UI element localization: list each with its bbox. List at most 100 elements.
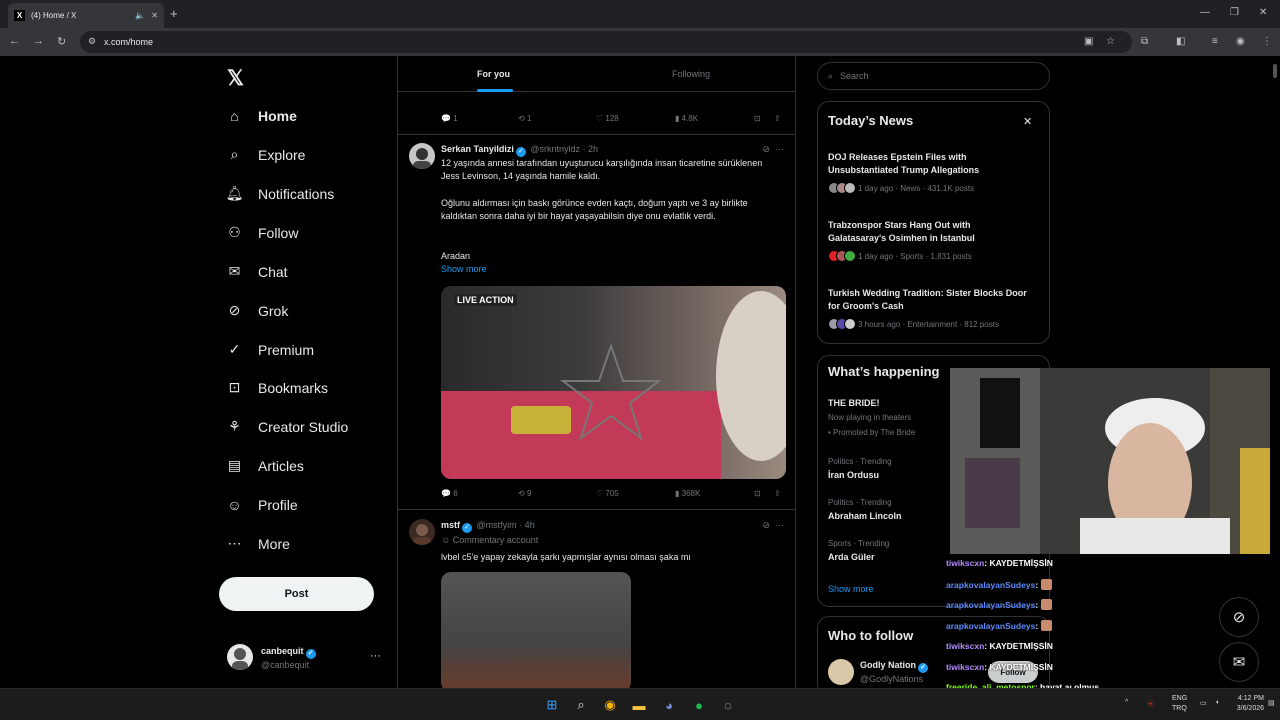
close-tab-icon[interactable]: ✕ xyxy=(151,11,158,20)
post-video[interactable]: LIVE ACTION xyxy=(441,286,786,479)
maximize-icon[interactable]: ❐ xyxy=(1230,7,1239,18)
repost-button[interactable]: ⟲ 9 xyxy=(518,489,531,498)
share-icon[interactable]: ⇪ xyxy=(774,114,781,123)
address-bar[interactable]: ⚙ x.com/home xyxy=(80,31,1132,53)
more-dots-icon[interactable]: ··· xyxy=(775,144,784,154)
speaker-icon[interactable]: 🔈 xyxy=(135,11,145,20)
obs-icon[interactable]: ◌ xyxy=(719,696,737,714)
news-item-title[interactable]: DOJ Releases Epstein Files with Unsubsta… xyxy=(828,151,1028,177)
avatar[interactable] xyxy=(828,659,854,685)
cast-icon[interactable]: ▣ xyxy=(1084,36,1093,47)
share-icon[interactable]: ⇪ xyxy=(774,489,781,498)
nav-item-more[interactable]: ⋯ More xyxy=(226,535,290,552)
url-text: x.com/home xyxy=(104,37,154,47)
views-button[interactable]: ▮ 4.8K xyxy=(675,114,698,123)
nav-item-profile[interactable]: ☺ Profile xyxy=(226,496,297,513)
chat-username: tiwikscxn xyxy=(946,661,985,672)
news-item-title[interactable]: Trabzonspor Stars Hang Out with Galatasa… xyxy=(828,219,1028,245)
reply-button[interactable]: 💬 1 xyxy=(441,114,458,123)
media-icon[interactable]: ≡ xyxy=(1212,36,1218,47)
news-item-title[interactable]: Turkish Wedding Tradition: Sister Blocks… xyxy=(828,287,1028,313)
search-icon: ⌕ xyxy=(230,146,239,162)
tab-for-you[interactable]: For you xyxy=(477,69,513,92)
account-switcher[interactable]: canbequit ✓ @canbequit ··· xyxy=(227,644,387,674)
scrollbar[interactable] xyxy=(1270,56,1280,688)
clock[interactable]: 4:12 PM 3/6/2026 xyxy=(1230,694,1264,714)
spotify-icon[interactable]: ● xyxy=(690,696,708,714)
notifications-icon[interactable]: ▤ xyxy=(1268,699,1275,707)
avatar[interactable] xyxy=(409,519,435,545)
mic-icon[interactable]: ⦿ xyxy=(1147,699,1154,709)
chrome-icon[interactable]: ◉ xyxy=(601,696,619,714)
new-tab-button[interactable]: + xyxy=(170,6,178,21)
menu-icon[interactable]: ⋮ xyxy=(1262,36,1272,47)
language-indicator[interactable]: ENG TRQ xyxy=(1172,694,1187,714)
views-button[interactable]: ▮ 368K xyxy=(675,489,700,498)
file-explorer-icon[interactable]: ▬ xyxy=(630,696,648,714)
promo-title[interactable]: THE BRIDE! xyxy=(828,398,880,408)
nav-item-articles[interactable]: ▤ Articles xyxy=(226,457,304,474)
bell-icon: 🔔︎ xyxy=(225,185,244,201)
grok-fab-icon[interactable]: ⊘ xyxy=(1219,597,1259,637)
bookmark-icon[interactable]: ⊡ xyxy=(754,489,761,498)
nav-item-follow[interactable]: ⚇ Follow xyxy=(226,224,298,241)
nav-item-explore[interactable]: ⌕ Explore xyxy=(226,146,306,163)
trend-name[interactable]: Arda Güler xyxy=(828,552,875,562)
grok-icon[interactable]: ⊘ xyxy=(762,520,770,531)
network-icon[interactable]: ▭ xyxy=(1200,699,1207,707)
grok-icon[interactable]: ⊘ xyxy=(762,144,770,155)
bookmark-star-icon[interactable]: ☆ xyxy=(1106,36,1115,47)
search-input[interactable]: ⌕ Search xyxy=(817,62,1050,90)
close-window-icon[interactable]: ✕ xyxy=(1259,7,1267,18)
show-more-link[interactable]: Show more xyxy=(828,584,874,594)
volume-icon[interactable]: ◖ xyxy=(1215,699,1219,706)
nav-item-notifications[interactable]: 🔔︎ Notifications xyxy=(225,185,335,202)
minimize-icon[interactable]: — xyxy=(1200,7,1210,18)
nav-item-creator-studio[interactable]: ⚘ Creator Studio xyxy=(226,418,348,435)
more-dots-icon[interactable]: ··· xyxy=(775,520,784,530)
nav-item-premium[interactable]: ✓ Premium xyxy=(226,341,314,358)
nav-item-label: Chat xyxy=(258,263,288,280)
site-info-icon[interactable]: ⚙ xyxy=(88,36,96,47)
search-icon[interactable]: ⌕ xyxy=(572,696,590,714)
back-icon[interactable]: ← xyxy=(9,35,20,47)
scrollbar-thumb[interactable] xyxy=(1273,64,1277,78)
nav-item-grok[interactable]: ⊘ Grok xyxy=(226,302,289,319)
post-author[interactable]: Serkan Tanyildizi ✓ @srkntnyldz · 2h xyxy=(441,144,598,157)
panel-title: Today’s News xyxy=(828,113,914,128)
news-item-meta: 3 hours ago · Entertainment · 812 posts xyxy=(828,318,999,330)
show-more-link[interactable]: Show more xyxy=(441,264,487,274)
messages-fab-icon[interactable]: ✉ xyxy=(1219,642,1259,682)
more-dots-icon[interactable]: ··· xyxy=(370,650,381,662)
tab-following[interactable]: Following xyxy=(672,69,710,79)
account-name: canbequit ✓ xyxy=(261,646,318,659)
post-video[interactable] xyxy=(441,572,631,688)
sidepanel-icon[interactable]: ◧ xyxy=(1176,36,1185,47)
x-logo-icon[interactable]: 𝕏 xyxy=(227,66,244,91)
post-button[interactable]: Post xyxy=(219,577,374,611)
nav-item-bookmarks[interactable]: ⊡ Bookmarks xyxy=(226,379,328,396)
nav-item-home[interactable]: ⌂ Home xyxy=(226,107,297,124)
like-button[interactable]: ♡ 705 xyxy=(596,489,619,498)
post-author[interactable]: mstf ✓ @mstfyim · 4h xyxy=(441,520,535,533)
reload-icon[interactable]: ↻ xyxy=(57,35,66,48)
nav-item-chat[interactable]: ✉ Chat xyxy=(226,263,288,280)
trend-name[interactable]: İran Ordusu xyxy=(828,470,879,480)
bookmark-icon[interactable]: ⊡ xyxy=(754,114,761,123)
trend-name[interactable]: Abraham Lincoln xyxy=(828,511,902,521)
reply-button[interactable]: 💬 6 xyxy=(441,489,458,498)
follow-suggestion-name[interactable]: Godly Nation ✓ xyxy=(860,660,930,673)
tray-chevron-icon[interactable]: ^ xyxy=(1125,699,1128,706)
browser-tab[interactable]: X (4) Home / X 🔈 ✕ xyxy=(8,3,164,28)
video-watermark: LIVE ACTION xyxy=(454,294,517,306)
extensions-icon[interactable]: ⧉ xyxy=(1141,36,1148,47)
windows-start-icon[interactable]: ⊞ xyxy=(543,696,561,714)
forward-icon[interactable]: → xyxy=(33,35,44,47)
avatar[interactable] xyxy=(409,143,435,169)
like-button[interactable]: ♡ 128 xyxy=(596,114,619,123)
profile-icon[interactable]: ◉ xyxy=(1236,36,1245,47)
browser-toolbar: ← → ↻ ⚙ x.com/home ▣ ☆ ⧉ ◧ ≡ ◉ ⋮ xyxy=(0,28,1280,56)
repost-button[interactable]: ⟲ 1 xyxy=(518,114,531,123)
discord-icon[interactable]: ◕ xyxy=(660,696,678,714)
close-icon[interactable]: ✕ xyxy=(1023,115,1032,128)
